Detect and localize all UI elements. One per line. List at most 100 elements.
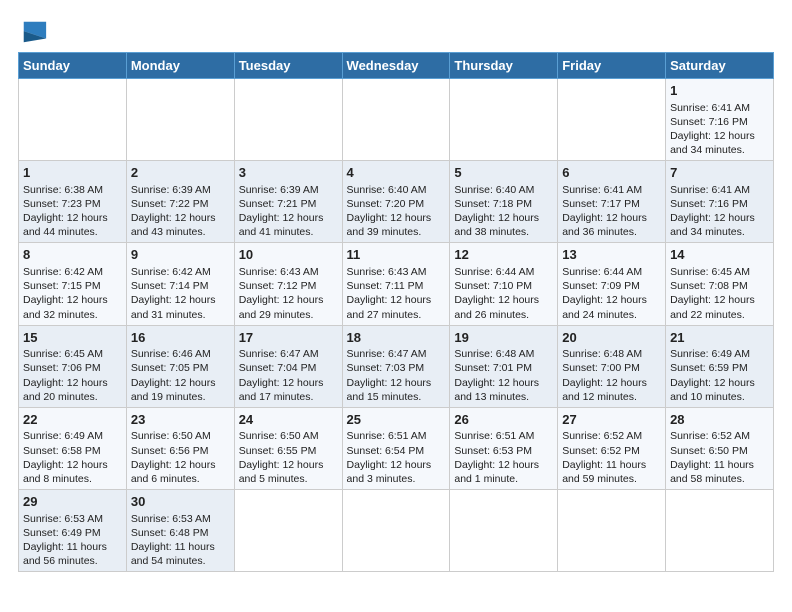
calendar-cell (234, 79, 342, 161)
sunset: Sunset: 6:53 PM (454, 445, 532, 457)
day-number: 7 (670, 164, 769, 182)
day-number: 22 (23, 411, 122, 429)
calendar-cell: 8 Sunrise: 6:42 AM Sunset: 7:15 PM Daylight… (19, 243, 127, 325)
calendar-header-saturday: Saturday (666, 53, 774, 79)
day-number: 28 (670, 411, 769, 429)
calendar-cell (342, 79, 450, 161)
sunset: Sunset: 6:55 PM (239, 445, 317, 457)
calendar-week-row: 22Sunrise: 6:49 AM Sunset: 6:58 PM Dayligh… (19, 407, 774, 489)
page: SundayMondayTuesdayWednesdayThursdayFrid… (0, 0, 792, 582)
calendar-cell: 3 Sunrise: 6:39 AM Sunset: 7:21 PM Daylight… (234, 161, 342, 243)
calendar-week-row: 1Sunrise: 6:38 AMSunset: 7:23 PMDaylight… (19, 161, 774, 243)
sunset: Sunset: 7:16 PM (670, 116, 748, 128)
calendar-cell (558, 490, 666, 572)
calendar-cell: 30Sunrise: 6:53 AMSunset: 6:48 PMDayligh… (126, 490, 234, 572)
sunset: Sunset: 7:01 PM (454, 362, 532, 374)
calendar-week-row: 15Sunrise: 6:45 AMSunset: 7:06 PMDayligh… (19, 325, 774, 407)
calendar-week-row: 1Sunrise: 6:41 AMSunset: 7:16 PMDaylight… (19, 79, 774, 161)
calendar-cell: 4Sunrise: 6:40 AMSunset: 7:20 PMDaylight… (342, 161, 450, 243)
sunrise: Sunrise: 6:45 AM (670, 266, 750, 278)
sunset: Sunset: 7:08 PM (670, 280, 748, 292)
day-number: 27 (562, 411, 661, 429)
day-number: 17 (239, 329, 338, 347)
sunrise: Sunrise: 6:40 AM (347, 184, 427, 196)
day-number: 13 (562, 246, 661, 264)
day-number: 23 (131, 411, 230, 429)
sunset: Sunset: 6:58 PM (23, 445, 101, 457)
sunrise: Sunrise: 6:53 AM (23, 513, 103, 525)
calendar-cell: 9Sunrise: 6:42 AMSunset: 7:14 PMDaylight… (126, 243, 234, 325)
calendar-cell (450, 79, 558, 161)
sunset: Sunset: 7:14 PM (131, 280, 209, 292)
calendar-cell: 24Sunrise: 6:50 AMSunset: 6:55 PMDayligh… (234, 407, 342, 489)
sunset: Sunset: 6:59 PM (670, 362, 748, 374)
daylight: Daylight: 12 hours and 17 minutes. (239, 377, 324, 403)
sunrise: Sunrise: 6:52 AM (670, 430, 750, 442)
logo-icon (20, 18, 48, 46)
calendar-cell: 29 Sunrise: 6:53 AM Sunset: 6:49 PM Dayligh… (19, 490, 127, 572)
sunrise: Sunrise: 6:52 AM (562, 430, 642, 442)
sunrise: Sunrise: 6:41 AM (670, 184, 750, 196)
sunrise: Sunrise: 6:50 AM (239, 430, 319, 442)
calendar-header-wednesday: Wednesday (342, 53, 450, 79)
sunset: Sunset: 6:50 PM (670, 445, 748, 457)
sunrise: Sunrise: 6:47 AM (239, 348, 319, 360)
sunrise: Sunrise: 6:39 AM (131, 184, 211, 196)
sunrise: Sunrise: 6:41 AM (670, 102, 750, 114)
daylight: Daylight: 12 hours and 20 minutes. (23, 377, 108, 403)
day-number: 14 (670, 246, 769, 264)
sunset: Sunset: 6:52 PM (562, 445, 640, 457)
day-number: 29 (23, 493, 122, 511)
sunrise: Sunrise: 6:42 AM (131, 266, 211, 278)
sunset: Sunset: 7:22 PM (131, 198, 209, 210)
day-number: 8 (23, 246, 122, 264)
daylight: Daylight: 12 hours and 41 minutes. (239, 212, 324, 238)
sunrise: Sunrise: 6:39 AM (239, 184, 319, 196)
calendar-header-friday: Friday (558, 53, 666, 79)
sunset: Sunset: 6:54 PM (347, 445, 425, 457)
calendar-header-monday: Monday (126, 53, 234, 79)
calendar-cell: 2Sunrise: 6:39 AMSunset: 7:22 PMDaylight… (126, 161, 234, 243)
sunrise: Sunrise: 6:47 AM (347, 348, 427, 360)
calendar-cell: 22Sunrise: 6:49 AMSunset: 6:58 PMDayligh… (19, 407, 127, 489)
daylight: Daylight: 12 hours and 32 minutes. (23, 294, 108, 320)
day-number: 25 (347, 411, 446, 429)
sunrise: Sunrise: 6:53 AM (131, 513, 211, 525)
day-number: 18 (347, 329, 446, 347)
sunrise: Sunrise: 6:43 AM (347, 266, 427, 278)
daylight: Daylight: 12 hours and 15 minutes. (347, 377, 432, 403)
calendar-cell: 28Sunrise: 6:52 AMSunset: 6:50 PMDayligh… (666, 407, 774, 489)
sunrise: Sunrise: 6:49 AM (23, 430, 103, 442)
day-number: 21 (670, 329, 769, 347)
sunset: Sunset: 7:09 PM (562, 280, 640, 292)
sunrise: Sunrise: 6:42 AM (23, 266, 103, 278)
calendar-cell (234, 490, 342, 572)
day-number: 4 (347, 164, 446, 182)
calendar-cell: 19Sunrise: 6:48 AMSunset: 7:01 PMDayligh… (450, 325, 558, 407)
sunset: Sunset: 6:49 PM (23, 527, 101, 539)
calendar-header-row: SundayMondayTuesdayWednesdayThursdayFrid… (19, 53, 774, 79)
sunrise: Sunrise: 6:44 AM (562, 266, 642, 278)
daylight: Daylight: 12 hours and 38 minutes. (454, 212, 539, 238)
daylight: Daylight: 11 hours and 56 minutes. (23, 541, 107, 567)
daylight: Daylight: 12 hours and 43 minutes. (131, 212, 216, 238)
daylight: Daylight: 12 hours and 10 minutes. (670, 377, 755, 403)
sunrise: Sunrise: 6:43 AM (239, 266, 319, 278)
day-number: 3 (239, 164, 338, 182)
calendar-week-row: 8 Sunrise: 6:42 AM Sunset: 7:15 PM Daylight… (19, 243, 774, 325)
sunset: Sunset: 7:21 PM (239, 198, 317, 210)
sunset: Sunset: 7:15 PM (23, 280, 101, 292)
calendar-cell: 6Sunrise: 6:41 AMSunset: 7:17 PMDaylight… (558, 161, 666, 243)
daylight: Daylight: 12 hours and 3 minutes. (347, 459, 432, 485)
calendar-cell: 12Sunrise: 6:44 AMSunset: 7:10 PMDayligh… (450, 243, 558, 325)
calendar-cell: 5Sunrise: 6:40 AMSunset: 7:18 PMDaylight… (450, 161, 558, 243)
calendar-header-tuesday: Tuesday (234, 53, 342, 79)
day-number: 5 (454, 164, 553, 182)
sunrise: Sunrise: 6:40 AM (454, 184, 534, 196)
logo (18, 18, 48, 42)
calendar-cell: 21Sunrise: 6:49 AMSunset: 6:59 PMDayligh… (666, 325, 774, 407)
day-number: 6 (562, 164, 661, 182)
daylight: Daylight: 12 hours and 22 minutes. (670, 294, 755, 320)
day-number: 12 (454, 246, 553, 264)
sunrise: Sunrise: 6:51 AM (454, 430, 534, 442)
